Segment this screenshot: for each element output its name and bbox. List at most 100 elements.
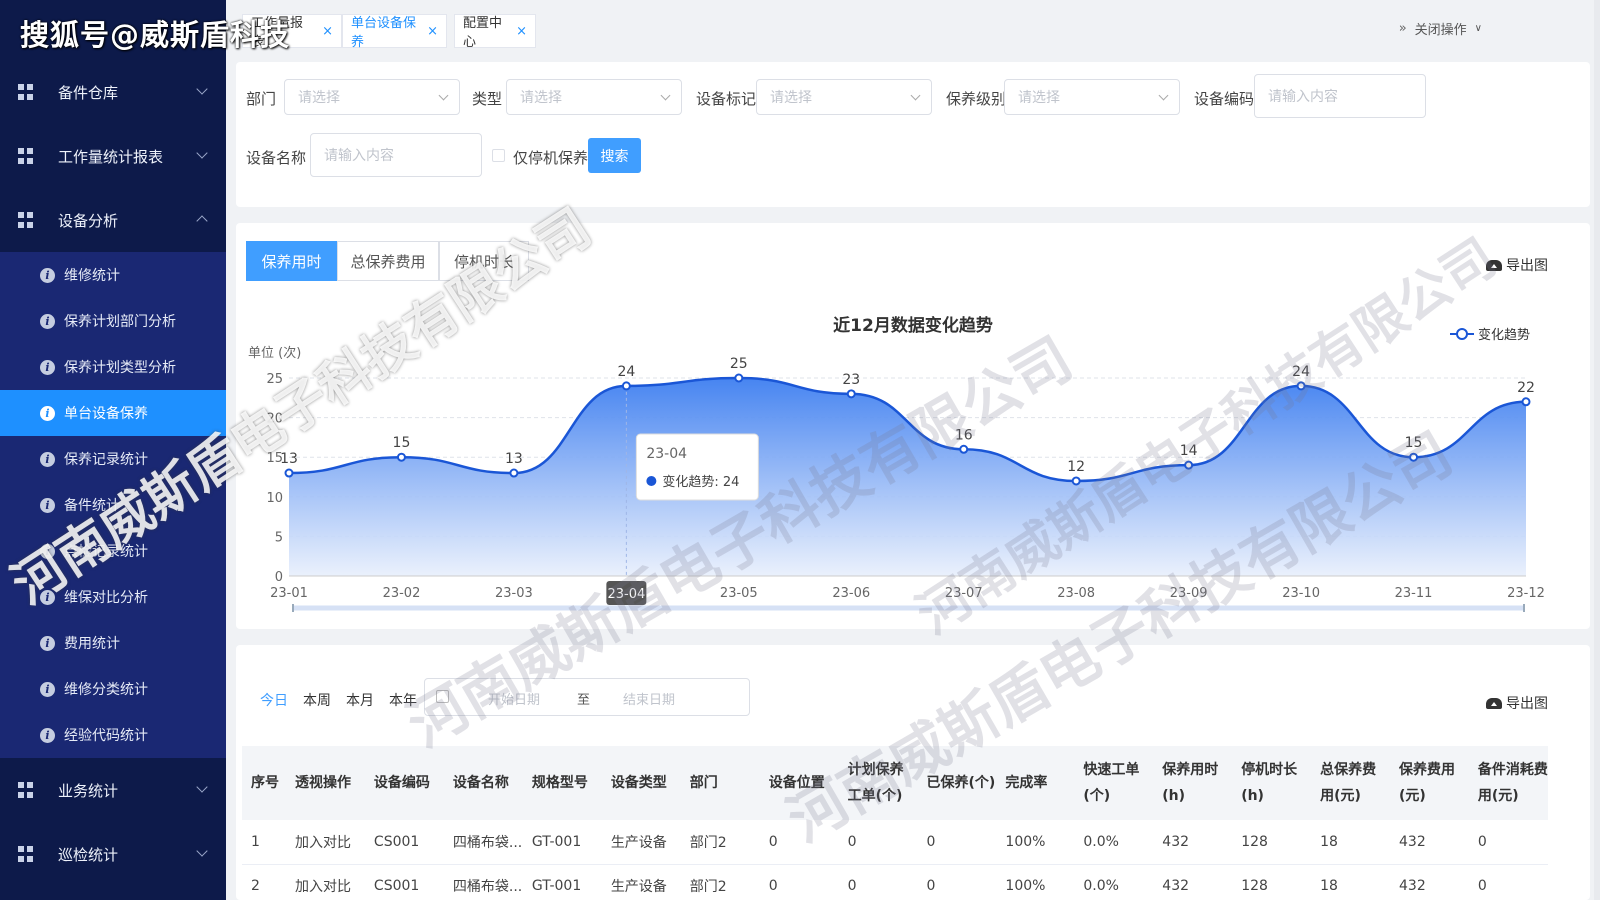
chevron-down-icon: [196, 845, 208, 857]
tooltip-row: 变化趋势: 24: [662, 474, 739, 490]
menu-group-groups_top2[interactable]: 设备分析: [0, 188, 226, 252]
data-point: [1521, 397, 1531, 407]
code-input[interactable]: 请输入内容: [1254, 74, 1426, 118]
table-cell: 432: [1153, 864, 1233, 900]
data-point: [621, 381, 631, 391]
data-point: [959, 444, 969, 454]
sidebar-item-6[interactable]: i 点检记录统计: [0, 528, 226, 574]
chevron-up-icon: [196, 215, 208, 227]
sidebar-item-4[interactable]: i 保养记录统计: [0, 436, 226, 482]
info-icon: i: [40, 543, 55, 559]
table-cell: 100%: [996, 864, 1075, 900]
table-cell: 0: [838, 820, 918, 865]
column-header: 完成率: [1005, 775, 1048, 791]
type-select[interactable]: 请选择: [506, 79, 682, 115]
mark-label: 设备标记: [696, 90, 757, 108]
table-cell: 128: [1232, 864, 1312, 900]
close-icon[interactable]: ×: [427, 24, 438, 39]
x-tick-label: 23-10: [1282, 586, 1320, 601]
device-maintenance-table: 序号 透视操作 设备编码 设备名称 规格型号 设备类型 部门 设备位置 计划保养工单(个) 已保养…: [242, 746, 1548, 900]
table-cell: GT-001: [522, 820, 602, 865]
data-label: 13: [280, 451, 298, 467]
tab-label: 单台设备保养: [351, 16, 417, 50]
add-compare-link[interactable]: 加入对比: [285, 864, 365, 900]
sidebar-item-5[interactable]: i 备件统计: [0, 482, 226, 528]
close-icon[interactable]: ×: [516, 24, 527, 39]
menu-group-label: 备件仓库: [58, 83, 119, 102]
sidebar-item-9[interactable]: i 维修分类统计: [0, 666, 226, 712]
level-select[interactable]: 请选择: [1004, 79, 1180, 115]
grid-icon: [18, 846, 34, 862]
tab-config-center[interactable]: 配置中心 ×: [454, 14, 536, 50]
y-tick-label: 10: [266, 491, 283, 506]
table-cell: 部门2: [680, 864, 760, 900]
sidebar-item-1[interactable]: i 保养计划部门分析: [0, 298, 226, 344]
close-ops-label: 关闭操作: [1414, 23, 1467, 38]
grid-icon: [18, 84, 34, 100]
mark-select[interactable]: 请选择: [756, 79, 932, 115]
menu-group-label: 设备分析: [58, 211, 119, 230]
menu-group-groups_top1[interactable]: 工作量统计报表: [0, 124, 226, 188]
range-tab-0[interactable]: 今日: [260, 690, 303, 710]
sidebar-item-8[interactable]: i 费用统计: [0, 620, 226, 666]
search-button[interactable]: 搜索: [588, 138, 641, 173]
table-cell: 0: [759, 864, 839, 900]
vertical-scrollbar[interactable]: [1594, 0, 1600, 900]
table-cell: 2: [242, 864, 286, 900]
sidebar-item-label: 保养记录统计: [64, 452, 148, 468]
export-table-button[interactable]: 导出图: [1486, 693, 1548, 713]
code-label: 设备编码: [1194, 90, 1255, 108]
table-cell: 0: [1468, 864, 1548, 900]
date-range-picker[interactable]: 开始日期 至 结束日期: [424, 678, 750, 716]
data-point: [396, 452, 406, 462]
data-label: 24: [1292, 364, 1310, 380]
data-point: [734, 373, 744, 383]
info-icon: i: [40, 359, 55, 375]
sidebar-item-7[interactable]: i 维保对比分析: [0, 574, 226, 620]
info-icon: i: [40, 589, 55, 605]
chevron-down-icon: [438, 90, 449, 101]
data-label: 14: [1180, 443, 1198, 459]
level-label: 保养级别: [946, 90, 1007, 108]
sidebar-item-2[interactable]: i 保养计划类型分析: [0, 344, 226, 390]
sidebar-item-10[interactable]: i 经验代码统计: [0, 712, 226, 758]
only-stop-checkbox[interactable]: [492, 149, 505, 162]
sidebar: 备件仓库 工作量统计报表 设备分析 i 维修统计 i 保养计划部门分析 i 保养计划类型分析 i…: [0, 0, 226, 900]
range-tab-2[interactable]: 本月: [346, 690, 389, 710]
sidebar-item-label: 保养计划部门分析: [64, 314, 176, 330]
axis-pointer-label: 23-04: [607, 587, 645, 602]
menu-group-groups_top0[interactable]: 备件仓库: [0, 60, 226, 124]
range-tab-1[interactable]: 本周: [303, 690, 346, 710]
y-tick-label: 0: [275, 570, 283, 585]
x-tick-label: 23-03: [495, 586, 533, 601]
tab-single-device-maintenance[interactable]: 单台设备保养 ×: [342, 14, 447, 50]
close-ops-dropdown[interactable]: » 关闭操作 ∨: [1399, 19, 1482, 38]
y-tick-label: 25: [266, 372, 283, 387]
x-tick-label: 23-11: [1395, 586, 1433, 601]
chevron-down-icon: [660, 90, 671, 101]
menu-group-groups_bottom0[interactable]: 业务统计: [0, 758, 226, 822]
table-cell: CS001: [364, 864, 444, 900]
chevron-down-icon: [196, 147, 208, 159]
chart-title: 近12月数据变化趋势: [833, 315, 993, 336]
column-header: 透视操作: [294, 775, 351, 791]
close-icon[interactable]: ×: [322, 24, 333, 39]
tooltip-box: [635, 433, 759, 501]
mark-placeholder: 请选择: [770, 90, 812, 106]
menu-group-groups_bottom1[interactable]: 巡检统计: [0, 822, 226, 886]
data-label: 12: [1067, 459, 1085, 475]
table-row: 2 加入对比 CS001 四桶布袋... GT-001 生产设备 部门2 0 0 0 100% 0.0…: [242, 864, 1548, 900]
add-compare-link[interactable]: 加入对比: [285, 820, 365, 865]
data-point: [509, 468, 519, 478]
table-row: 1 加入对比 CS001 四桶布袋... GT-001 生产设备 部门2 0 0 0 100% 0.0…: [242, 820, 1548, 865]
trend-chart: 近12月数据变化趋势单位 (次) 变化趋势 0 5 10 15 20 25 13 15 13 24 25…: [248, 315, 1545, 612]
info-icon: i: [40, 313, 55, 329]
sidebar-item-label: 维保对比分析: [64, 590, 148, 606]
sidebar-item-3[interactable]: i 单台设备保养: [0, 390, 226, 436]
name-input[interactable]: 请输入内容: [310, 133, 482, 177]
start-date-placeholder: 开始日期: [488, 693, 541, 708]
end-date-placeholder: 结束日期: [623, 693, 676, 708]
sidebar-item-0[interactable]: i 维修统计: [0, 252, 226, 298]
data-label: 24: [617, 364, 635, 380]
dept-select[interactable]: 请选择: [284, 79, 460, 115]
